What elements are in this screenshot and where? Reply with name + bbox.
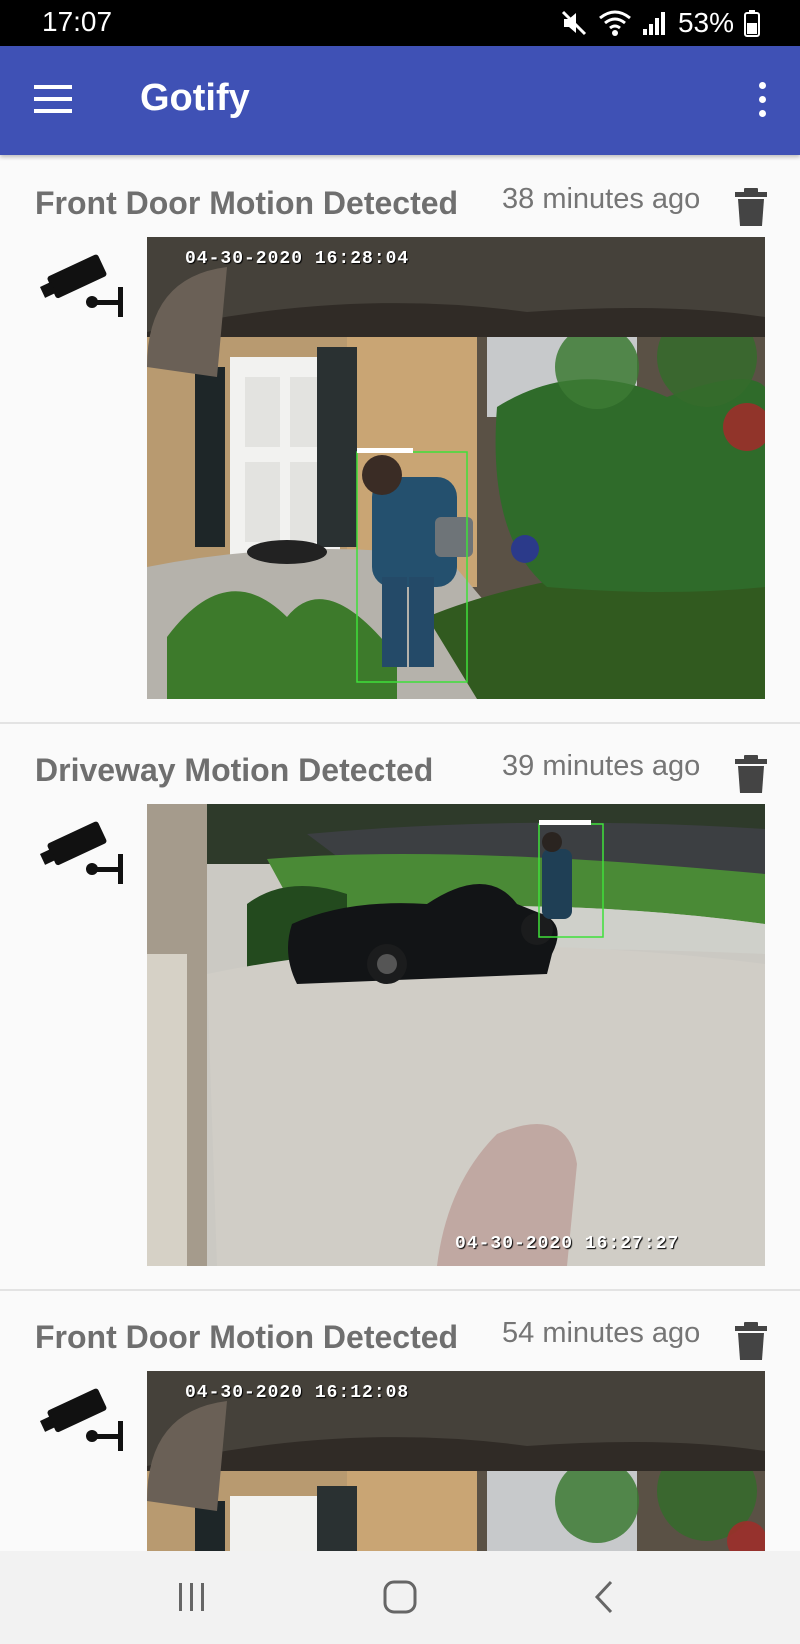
message-title: Front Door Motion Detected [35,185,459,221]
message-card: Front Door Motion Detected 38 minutes ag… [0,157,800,724]
message-card: Front Door Motion Detected 54 minutes ag… [0,1291,800,1551]
camera-snapshot[interactable]: 04-30-2020 16:12:08 [147,1371,765,1551]
recents-icon[interactable] [176,1579,208,1615]
delete-icon[interactable] [734,187,768,227]
message-date: 54 minutes ago [502,1317,701,1349]
status-icons: 53% [560,6,760,40]
camera-snapshot[interactable]: 04-30-2020 16:28:04 [147,237,765,699]
home-icon[interactable] [382,1579,418,1615]
image-timestamp: 04-30-2020 16:27:27 [455,1234,680,1254]
mute-icon [561,10,587,36]
cctv-camera-icon [39,821,123,884]
status-bar: 17:07 53% [0,0,800,46]
app-title: Gotify [140,77,250,119]
back-icon[interactable] [592,1579,616,1615]
app-bar: Gotify [0,46,800,155]
delete-icon[interactable] [734,1321,768,1361]
hamburger-menu-icon[interactable] [34,83,74,115]
battery-icon [744,10,760,37]
message-date: 39 minutes ago [502,750,701,782]
cctv-camera-icon [39,254,123,317]
battery-percent: 53% [677,7,734,38]
more-options-icon[interactable] [754,80,770,120]
cctv-camera-icon [39,1388,123,1451]
message-title: Driveway Motion Detected [35,752,434,788]
wifi-icon [599,10,631,36]
camera-snapshot[interactable]: 04-30-2020 16:27:27 [147,804,765,1266]
image-timestamp: 04-30-2020 16:28:04 [185,249,410,269]
system-nav-bar [0,1551,800,1644]
message-date: 38 minutes ago [502,183,701,215]
delete-icon[interactable] [734,754,768,794]
signal-icon [642,12,665,35]
message-title: Front Door Motion Detected [35,1319,459,1355]
message-card: Driveway Motion Detected 39 minutes ago [0,724,800,1291]
image-timestamp: 04-30-2020 16:12:08 [185,1383,410,1403]
status-time: 17:07 [42,6,113,37]
